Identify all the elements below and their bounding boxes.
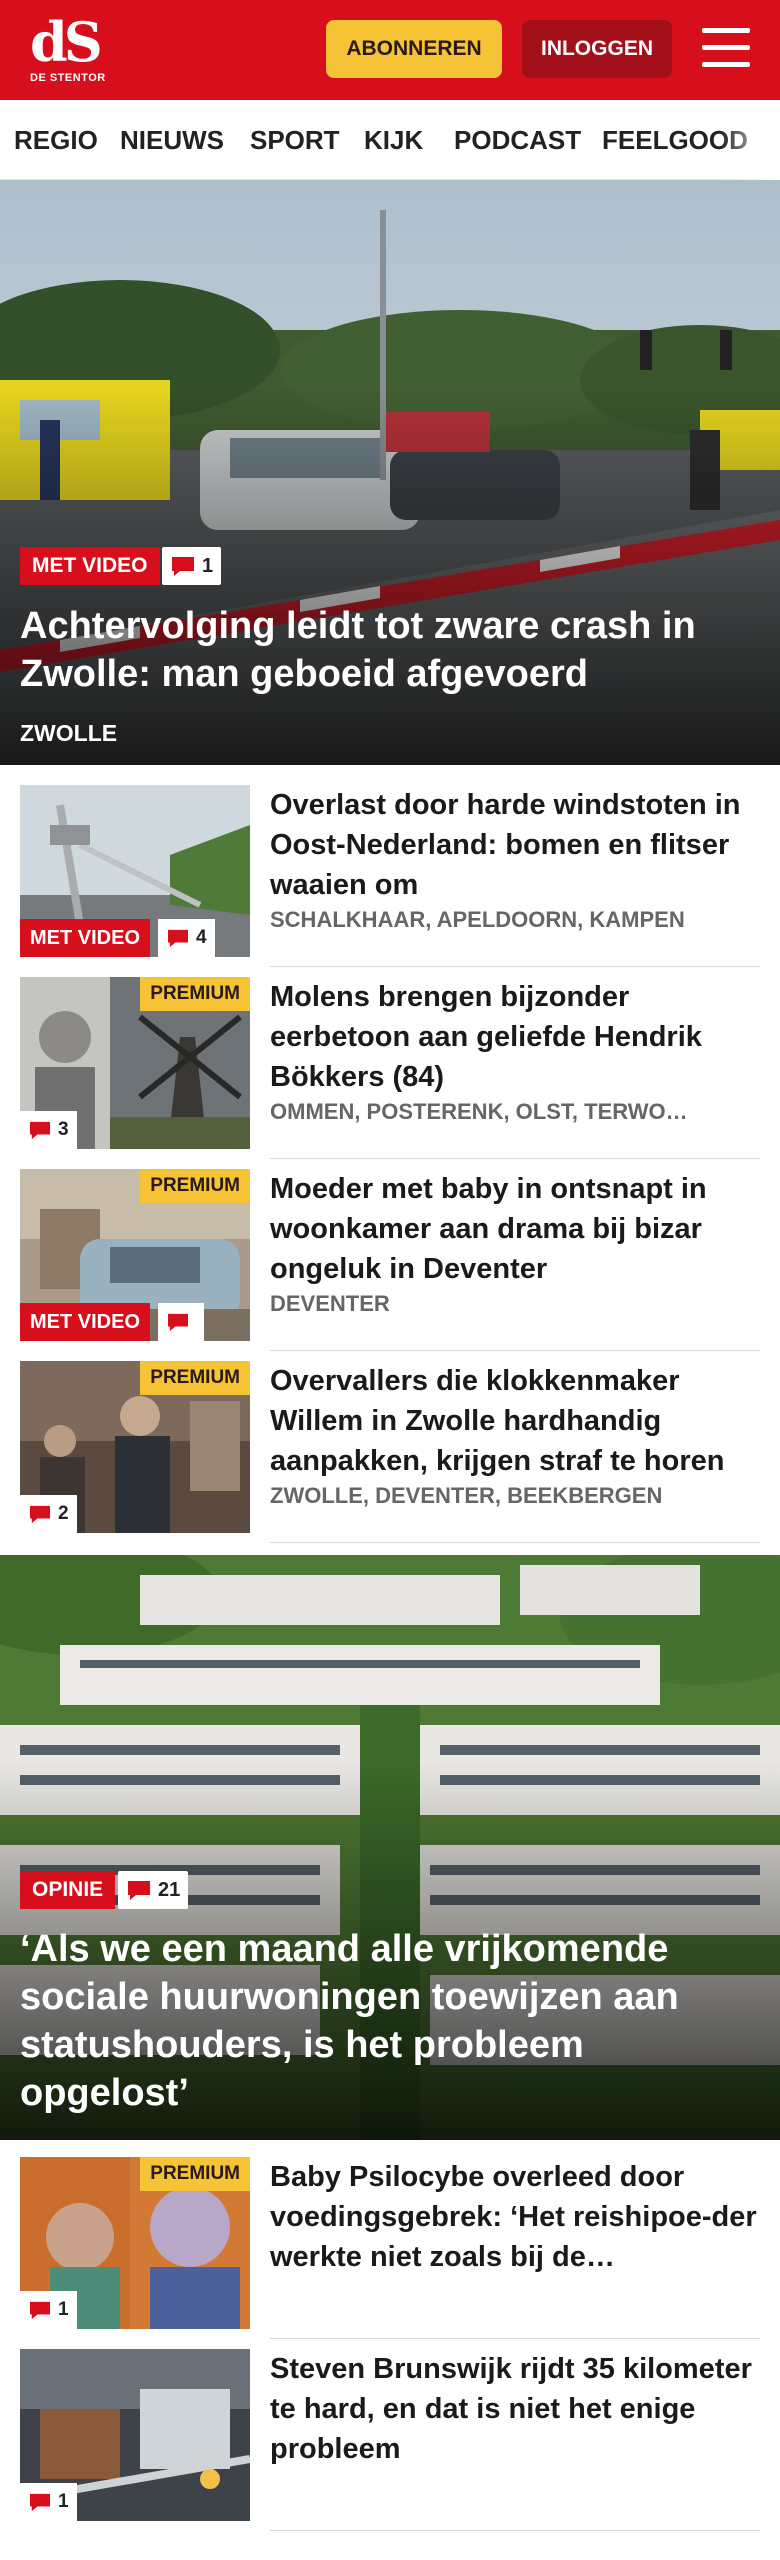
article-item[interactable]: MET VIDEO 4 Overlast door harde windstot…: [20, 785, 760, 967]
comment-count-badge: 1: [162, 547, 222, 585]
comment-icon: [30, 1505, 50, 1524]
comment-count-badge: 2: [20, 1495, 77, 1533]
subscribe-button[interactable]: ABONNEREN: [326, 20, 502, 78]
premium-badge: PREMIUM: [140, 2157, 250, 2191]
divider: [270, 1158, 760, 1159]
page: dS DE STENTOR ABONNEREN INLOGGEN REGIO N…: [0, 0, 780, 2560]
hero-location: ZWOLLE: [20, 720, 118, 746]
comment-count: 1: [58, 2299, 69, 2320]
article-thumbnail: PREMIUM 2: [20, 1361, 250, 1533]
nav-item-podcast[interactable]: PODCAST: [454, 100, 581, 180]
premium-badge: PREMIUM: [140, 1169, 250, 1203]
article-title[interactable]: Steven Brunswijk rijdt 35 kilometer te h…: [270, 2349, 760, 2469]
article-item[interactable]: 1 Steven Brunswijk rijdt 35 kilometer te…: [20, 2349, 760, 2531]
article-title[interactable]: Molens brengen bijzonder eerbetoon aan g…: [270, 977, 760, 1097]
opinion-article[interactable]: OPINIE 21 ‘Als we een maand alle vrijkom…: [0, 1555, 780, 2140]
nav-item-nieuws[interactable]: NIEUWS: [120, 100, 224, 180]
top-bar: dS DE STENTOR ABONNEREN INLOGGEN: [0, 0, 780, 100]
article-item[interactable]: PREMIUM 2 Overvallers die klokkenmaker W…: [20, 1361, 760, 1543]
article-body: Moeder met baby in ontsnapt in woonkamer…: [270, 1169, 760, 1317]
divider: [270, 2530, 760, 2531]
article-thumbnail: PREMIUM MET VIDEO: [20, 1169, 250, 1341]
article-body: Steven Brunswijk rijdt 35 kilometer te h…: [270, 2349, 760, 2471]
opinion-title[interactable]: ‘Als we een maand alle vrijkomende socia…: [20, 1925, 760, 2117]
article-location: OMMEN, POSTERENK, OLST, TERWO…: [270, 1099, 688, 1124]
video-label: MET VIDEO: [20, 1303, 151, 1341]
hero-article[interactable]: MET VIDEO 1 Achtervolging leidt tot zwar…: [0, 180, 780, 765]
article-body: Baby Psilocybe overleed door voedingsgeb…: [270, 2157, 760, 2279]
article-thumbnail: PREMIUM 1: [20, 2157, 250, 2329]
article-title[interactable]: Moeder met baby in ontsnapt in woonkamer…: [270, 1169, 760, 1289]
divider: [270, 1350, 760, 1351]
logo-subtitle: DE STENTOR: [30, 72, 106, 84]
comment-icon: [128, 1881, 150, 1900]
article-thumbnail: MET VIDEO 4: [20, 785, 250, 957]
comment-count: 1: [202, 554, 214, 577]
comment-count-badge: 1: [20, 2291, 77, 2329]
logo-mark: dS: [30, 10, 103, 74]
comment-count-badge: 21: [118, 1871, 189, 1909]
video-label: MET VIDEO: [20, 547, 160, 585]
comment-count: 21: [158, 1878, 181, 1901]
hero-title[interactable]: Achtervolging leidt tot zware crash in Z…: [20, 602, 760, 698]
comment-icon: [30, 2301, 50, 2320]
article-location: ZWOLLE, DEVENTER, BEEKBERGEN: [270, 1483, 663, 1508]
nav-item-kijk[interactable]: KIJK: [364, 100, 423, 180]
comment-count: 2: [58, 1503, 69, 1524]
comment-count: 4: [196, 927, 207, 948]
login-button[interactable]: INLOGGEN: [522, 20, 672, 78]
nav-scroll-fade: [720, 100, 780, 180]
article-title[interactable]: Baby Psilocybe overleed door voedingsgeb…: [270, 2157, 760, 2277]
article-body: Overvallers die klokkenmaker Willem in Z…: [270, 1361, 760, 1509]
premium-badge: PREMIUM: [140, 977, 250, 1011]
comment-icon: [168, 929, 188, 948]
video-label: MET VIDEO: [20, 919, 151, 957]
hamburger-menu-icon[interactable]: [702, 26, 750, 70]
article-location: SCHALKHAAR, APELDOORN, KAMPEN: [270, 907, 685, 932]
article-title[interactable]: Overlast door harde windstoten in Oost-N…: [270, 785, 760, 905]
comment-count-badge: 1: [20, 2483, 77, 2521]
article-item[interactable]: PREMIUM MET VIDEO Moeder met baby in ont…: [20, 1169, 760, 1351]
premium-badge: PREMIUM: [140, 1361, 250, 1395]
article-body: Overlast door harde windstoten in Oost-N…: [270, 785, 760, 933]
article-location: DEVENTER: [270, 1291, 390, 1316]
comment-count: 1: [58, 2491, 69, 2512]
comment-icon: [168, 1313, 188, 1332]
comment-count-badge: 3: [20, 1111, 77, 1149]
article-title[interactable]: Overvallers die klokkenmaker Willem in Z…: [270, 1361, 760, 1481]
article-item[interactable]: PREMIUM 1 Baby Psilocybe overleed door v…: [20, 2157, 760, 2339]
opinion-label: OPINIE: [20, 1871, 116, 1909]
article-body: Molens brengen bijzonder eerbetoon aan g…: [270, 977, 760, 1125]
site-logo[interactable]: dS DE STENTOR: [30, 14, 112, 86]
comment-icon: [30, 1121, 50, 1140]
section-nav: REGIO NIEUWS SPORT KIJK PODCAST FEELGOOD: [0, 100, 780, 180]
nav-item-regio[interactable]: REGIO: [14, 100, 98, 180]
article-item[interactable]: PREMIUM 3 Molens brengen bijzonder eerbe…: [20, 977, 760, 1159]
divider: [270, 2338, 760, 2339]
article-thumbnail: PREMIUM 3: [20, 977, 250, 1149]
comment-count: 3: [58, 1119, 69, 1140]
comment-count-badge: [158, 1303, 204, 1341]
comment-count-badge: 4: [158, 919, 215, 957]
nav-item-sport[interactable]: SPORT: [250, 100, 340, 180]
article-thumbnail: 1: [20, 2349, 250, 2521]
divider: [270, 966, 760, 967]
comment-icon: [30, 2493, 50, 2512]
divider: [270, 1542, 760, 1543]
comment-icon: [172, 557, 194, 576]
